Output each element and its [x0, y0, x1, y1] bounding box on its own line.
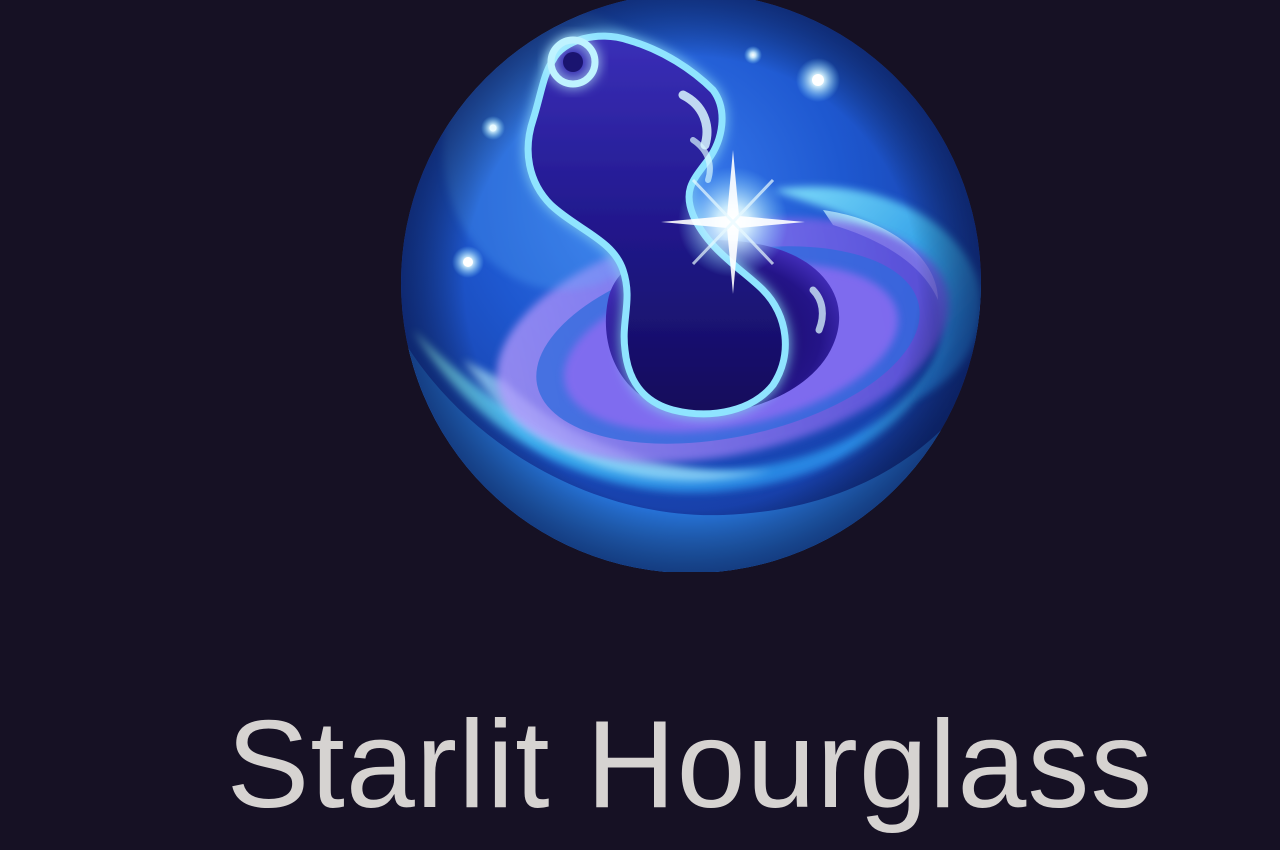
item-display: Starlit Hourglass: [0, 0, 1280, 850]
starlit-hourglass-icon[interactable]: [393, 0, 989, 572]
item-name-label: Starlit Hourglass: [226, 696, 1154, 834]
